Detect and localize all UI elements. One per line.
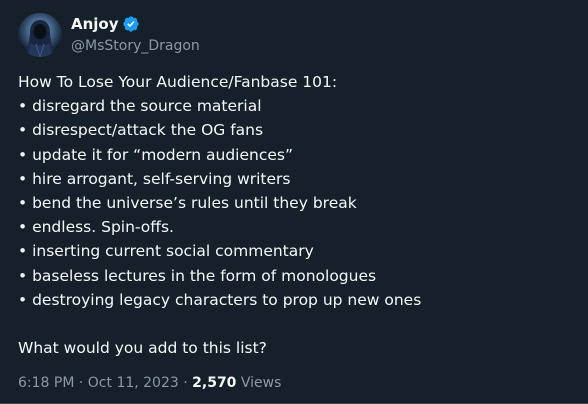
meta-separator: · <box>178 375 193 391</box>
tweet-meta: 6:18 PM · Oct 11, 2023 · 2,570 Views <box>18 373 281 393</box>
verified-badge-icon[interactable] <box>122 15 140 33</box>
tweet-text: How To Lose Your Audience/Fanbase 101: •… <box>18 70 578 312</box>
name-row: Anjoy <box>71 14 200 34</box>
author-display-name[interactable]: Anjoy <box>71 14 119 34</box>
tweet-header: Anjoy @MsStory_Dragon <box>18 12 200 58</box>
tweet-date[interactable]: Oct 11, 2023 <box>88 375 179 391</box>
meta-separator: · <box>74 375 88 391</box>
avatar[interactable] <box>18 13 62 57</box>
hooded-figure-icon <box>18 13 62 57</box>
author-handle[interactable]: @MsStory_Dragon <box>71 37 200 56</box>
tweet-time[interactable]: 6:18 PM <box>18 375 74 391</box>
list-item: • inserting current social commentary <box>18 242 314 261</box>
list-item: • destroying legacy characters to prop u… <box>18 290 422 309</box>
views-label: Views <box>236 375 282 391</box>
list-item: • bend the universe’s rules until they b… <box>18 193 357 212</box>
list-item: • disrespect/attack the OG fans <box>18 121 264 140</box>
list-item: • hire arrogant, self-serving writers <box>18 169 291 188</box>
list-item: • endless. Spin-offs. <box>18 218 174 237</box>
tweet: Anjoy @MsStory_Dragon How To Lose Your A… <box>0 0 588 404</box>
author-names: Anjoy @MsStory_Dragon <box>71 14 200 56</box>
list-item: • update it for “modern audiences” <box>18 145 293 164</box>
list-item: • baseless lectures in the form of monol… <box>18 266 377 285</box>
list-item: • disregard the source material <box>18 97 262 116</box>
tweet-question: What would you add to this list? <box>18 339 267 357</box>
views-count: 2,570 <box>192 375 237 391</box>
tweet-heading: How To Lose Your Audience/Fanbase 101: <box>18 73 338 91</box>
